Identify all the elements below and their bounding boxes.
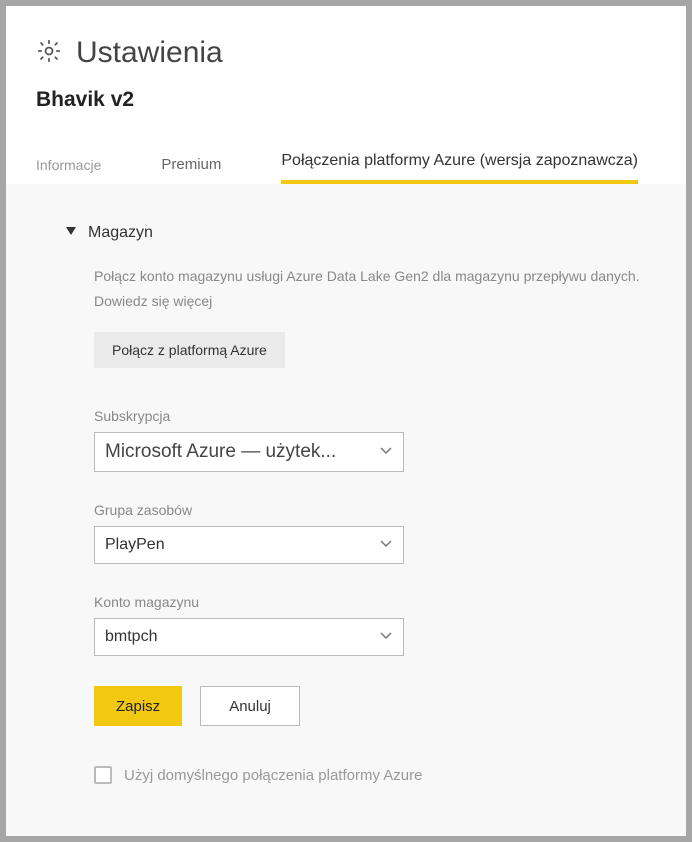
chevron-down-icon bbox=[379, 628, 393, 647]
content: Magazyn Połącz konto magazynu usługi Azu… bbox=[6, 184, 686, 836]
subscription-select[interactable]: Microsoft Azure — użytek... bbox=[94, 432, 404, 472]
chevron-down-icon bbox=[379, 536, 393, 555]
use-default-connection-label: Użyj domyślnego połączenia platformy Azu… bbox=[124, 767, 422, 784]
tab-premium[interactable]: Premium bbox=[161, 156, 221, 183]
gear-icon bbox=[36, 38, 62, 69]
save-button[interactable]: Zapisz bbox=[94, 686, 182, 726]
tab-azure-connections[interactable]: Połączenia platformy Azure (wersja zapoz… bbox=[281, 152, 638, 184]
subscription-label: Subskrypcja bbox=[94, 408, 656, 424]
storage-account-label: Konto magazynu bbox=[94, 594, 656, 610]
resource-group-select[interactable]: PlayPen bbox=[94, 526, 404, 564]
section-header-storage[interactable]: Magazyn bbox=[66, 224, 656, 242]
learn-more-link[interactable]: Dowiedz się więcej bbox=[94, 293, 212, 309]
tabs: Informacje Premium Połączenia platformy … bbox=[6, 122, 686, 184]
use-default-connection-checkbox[interactable] bbox=[94, 766, 112, 784]
connect-azure-button[interactable]: Połącz z platformą Azure bbox=[94, 332, 285, 368]
chevron-down-icon bbox=[379, 443, 393, 462]
resource-group-value: PlayPen bbox=[105, 536, 165, 554]
storage-account-select[interactable]: bmtpch bbox=[94, 618, 404, 656]
storage-account-value: bmtpch bbox=[105, 628, 157, 646]
settings-panel: Ustawienia Bhavik v2 Informacje Premium … bbox=[6, 6, 686, 836]
subscription-value: Microsoft Azure — użytek... bbox=[105, 441, 336, 463]
caret-down-icon bbox=[66, 224, 76, 242]
cancel-button[interactable]: Anuluj bbox=[200, 686, 300, 726]
header: Ustawienia Bhavik v2 bbox=[6, 6, 686, 122]
section-title: Magazyn bbox=[88, 224, 153, 242]
resource-group-label: Grupa zasobów bbox=[94, 502, 656, 518]
page-title: Ustawienia bbox=[76, 36, 223, 70]
section-description: Połącz konto magazynu usługi Azure Data … bbox=[94, 264, 656, 314]
page-subtitle: Bhavik v2 bbox=[36, 88, 656, 112]
tab-info[interactable]: Informacje bbox=[36, 157, 101, 183]
description-text: Połącz konto magazynu usługi Azure Data … bbox=[94, 268, 640, 284]
